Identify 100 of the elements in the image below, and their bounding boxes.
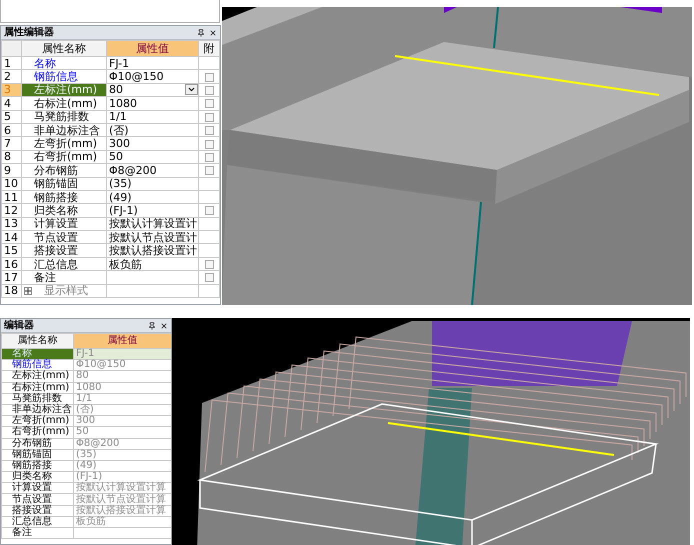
property-name-cell[interactable]: 节点设置 xyxy=(2,494,74,506)
row-number: 10 xyxy=(2,177,22,190)
property-name: 非单边标注含 xyxy=(33,124,100,136)
property-value-cell[interactable]: FJ-1 xyxy=(106,56,198,70)
property-value: (49) xyxy=(76,460,97,471)
property-value: (35) xyxy=(76,448,97,460)
property-name-cell[interactable]: 汇总信息 xyxy=(2,516,74,528)
pin-icon[interactable] xyxy=(197,28,205,36)
property-name-cell[interactable]: 左弯折(mm) xyxy=(2,416,74,427)
property-name: 非单边标注含 xyxy=(12,404,72,416)
property-value-cell[interactable]: 按默认搭接设置计 xyxy=(106,244,198,258)
property-name-cell[interactable]: 钢筋搭接 xyxy=(22,190,106,204)
property-name-cell[interactable]: 钢筋搭接 xyxy=(2,460,74,472)
property-name-cell[interactable]: 归类名称 xyxy=(22,204,106,218)
property-name-cell[interactable]: 名称 xyxy=(2,348,74,360)
property-value: (49) xyxy=(109,192,132,203)
property-name-cell[interactable]: 钢筋锚固 xyxy=(22,177,106,190)
pin-icon[interactable] xyxy=(148,322,156,330)
property-value-cell[interactable] xyxy=(106,284,198,298)
property-value-cell[interactable]: 1/1 xyxy=(106,110,198,124)
property-name-cell[interactable]: 显示样式 xyxy=(22,284,106,298)
property-name-cell[interactable]: 计算设置 xyxy=(22,217,106,231)
attach-checkbox[interactable] xyxy=(204,86,214,95)
property-value-cell[interactable]: Φ8@200 xyxy=(106,164,198,178)
panel-title: 属性编辑器 xyxy=(4,26,54,39)
attach-checkbox[interactable] xyxy=(204,166,214,176)
attach-checkbox[interactable] xyxy=(204,206,214,216)
property-name: 右弯折(mm) xyxy=(12,426,70,438)
column-header: 附 xyxy=(198,40,220,56)
property-value-cell[interactable]: 按默认节点设置计 xyxy=(106,230,198,244)
row-number: 8 xyxy=(2,150,22,164)
property-value: (FJ-1) xyxy=(76,471,102,482)
attach-checkbox[interactable] xyxy=(204,112,214,122)
row-number: 1 xyxy=(2,56,22,70)
property-name-cell[interactable]: 归类名称 xyxy=(2,472,74,483)
expand-icon[interactable] xyxy=(24,286,32,295)
property-value-cell[interactable]: 50 xyxy=(106,150,198,164)
attach-checkbox[interactable] xyxy=(204,152,214,162)
attach-checkbox[interactable] xyxy=(204,140,214,149)
property-value-cell[interactable]: 80 xyxy=(106,83,198,97)
property-name: 归类名称 xyxy=(33,204,78,216)
property-value: 1/1 xyxy=(109,111,127,122)
property-name-cell[interactable]: 钢筋信息 xyxy=(2,360,74,371)
dropdown-button[interactable] xyxy=(185,84,198,96)
property-value: 1080 xyxy=(109,98,137,109)
property-name-cell[interactable]: 非单边标注含 xyxy=(22,123,106,137)
property-value-cell[interactable]: (否) xyxy=(106,123,198,137)
property-name-cell[interactable]: 分布钢筋 xyxy=(22,164,106,178)
property-name-cell[interactable]: 左标注(mm) xyxy=(22,83,106,97)
attach-checkbox[interactable] xyxy=(204,99,214,108)
property-name-cell[interactable]: 汇总信息 xyxy=(22,257,106,271)
property-name-cell[interactable]: 左弯折(mm) xyxy=(22,136,106,150)
property-name-cell[interactable]: 右弯折(mm) xyxy=(2,426,74,438)
row-number: 6 xyxy=(2,123,22,137)
property-name: 马凳筋排数 xyxy=(33,111,89,122)
property-name-cell[interactable]: 备注 xyxy=(2,528,74,539)
property-name-cell[interactable]: 右标注(mm) xyxy=(22,96,106,110)
attach-checkbox[interactable] xyxy=(204,126,214,136)
property-value-cell[interactable]: Φ10@150 xyxy=(106,70,198,84)
property-name-cell[interactable]: 计算设置 xyxy=(2,482,74,494)
property-name-cell[interactable]: 备注 xyxy=(22,270,106,284)
property-name-cell[interactable]: 节点设置 xyxy=(22,230,106,244)
property-value-cell[interactable]: (35) xyxy=(106,177,198,190)
property-value-cell[interactable]: 按默认计算设置计算 xyxy=(74,482,171,494)
property-name: 节点设置 xyxy=(33,232,78,243)
property-value-cell[interactable] xyxy=(106,270,198,284)
property-name-cell[interactable]: 右标注(mm) xyxy=(2,382,74,394)
property-value-cell[interactable]: 按默认搭接设置计算 xyxy=(74,505,171,516)
attach-checkbox[interactable] xyxy=(204,273,214,282)
property-name-cell[interactable]: 非单边标注含 xyxy=(2,404,74,416)
property-name-cell[interactable]: 钢筋信息 xyxy=(22,70,106,84)
property-name-cell[interactable]: 分布钢筋 xyxy=(2,438,74,450)
property-value-cell[interactable]: 1080 xyxy=(106,96,198,110)
property-value-cell[interactable]: 板负筋 xyxy=(74,516,171,528)
attach-checkbox[interactable] xyxy=(204,260,214,270)
property-value-cell[interactable]: (49) xyxy=(106,190,198,204)
property-value-cell[interactable]: 300 xyxy=(106,136,198,150)
property-name: 搭接设置 xyxy=(12,504,52,516)
property-name-cell[interactable]: 马凳筋排数 xyxy=(22,110,106,124)
property-name: 左弯折(mm) xyxy=(12,415,70,426)
property-name-cell[interactable]: 左标注(mm) xyxy=(2,370,74,382)
property-value: 按默认计算设置计 xyxy=(109,218,197,230)
close-icon[interactable] xyxy=(160,322,168,330)
property-value-cell[interactable]: 按默认计算设置计 xyxy=(106,217,198,231)
property-name-cell[interactable]: 名称 xyxy=(22,56,106,70)
property-name-cell[interactable]: 搭接设置 xyxy=(2,505,74,516)
attach-checkbox[interactable] xyxy=(204,72,214,82)
property-value: 按默认搭接设置计算 xyxy=(76,504,166,516)
property-name-cell[interactable]: 搭接设置 xyxy=(22,244,106,258)
property-name: 钢筋锚固 xyxy=(33,178,78,190)
property-name: 汇总信息 xyxy=(33,258,78,270)
row-number: 17 xyxy=(2,270,22,284)
property-name-cell[interactable]: 马凳筋排数 xyxy=(2,393,74,404)
property-name-cell[interactable]: 右弯折(mm) xyxy=(22,150,106,164)
property-value-cell[interactable]: 板负筋 xyxy=(106,257,198,271)
property-name-cell[interactable]: 钢筋锚固 xyxy=(2,449,74,460)
property-value: 300 xyxy=(109,138,130,150)
property-value-cell[interactable]: (FJ-1) xyxy=(106,204,198,218)
close-icon[interactable] xyxy=(209,28,217,36)
property-name: 钢筋搭接 xyxy=(12,460,52,471)
